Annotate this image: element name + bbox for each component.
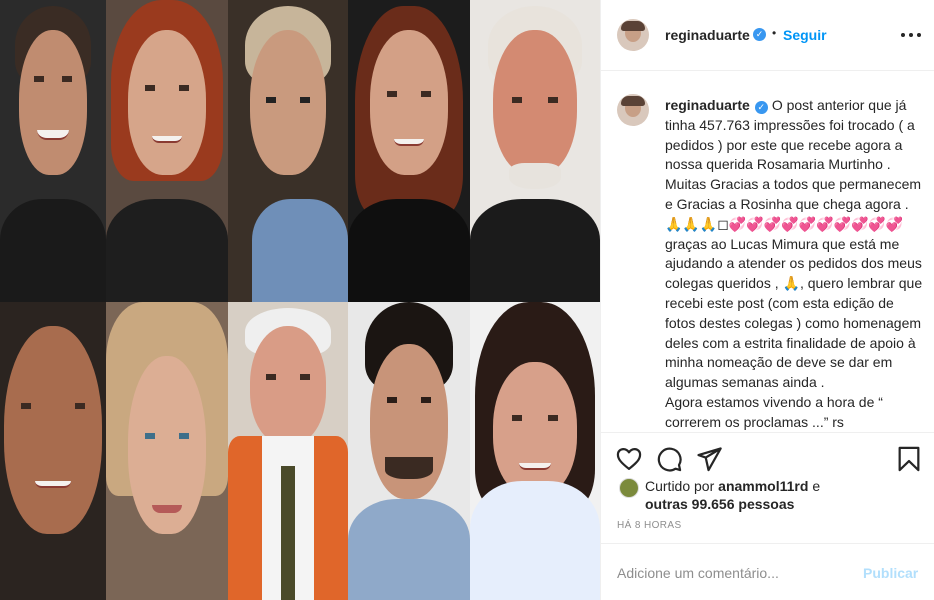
portrait-tile (228, 0, 348, 302)
portrait-tile (348, 0, 470, 302)
post-side-panel: reginaduarte ✓ • Seguir reginaduarte ✓ O p… (600, 0, 934, 600)
avatar[interactable] (617, 94, 649, 126)
post-image-collage[interactable] (0, 0, 600, 600)
caption-text: O post anterior que já tinha 457.763 imp… (665, 97, 923, 430)
liked-by-prefix: Curtido por (645, 478, 715, 494)
action-bar (601, 432, 934, 480)
bookmark-icon[interactable] (895, 445, 923, 473)
likes-summary: Curtido por anammol11rd e outras 99.656 … (617, 475, 927, 515)
portrait-tile (0, 302, 106, 600)
post-caption: reginaduarte ✓ O post anterior que já tinh… (665, 96, 927, 433)
liker-username[interactable]: anammol11rd (718, 478, 808, 494)
author-username[interactable]: reginaduarte (665, 27, 750, 43)
verified-badge-icon: ✓ (753, 28, 766, 41)
more-options-icon[interactable] (899, 23, 923, 47)
avatar[interactable] (617, 19, 649, 51)
liked-by-line: Curtido por anammol11rd e (645, 478, 820, 494)
comment-input[interactable] (617, 562, 847, 584)
follow-button[interactable]: Seguir (783, 27, 827, 43)
liked-by-conjunction: e (812, 478, 821, 494)
portrait-tile (348, 302, 470, 600)
portrait-tile (0, 0, 106, 302)
caption-author[interactable]: reginaduarte (665, 97, 750, 113)
post-timestamp[interactable]: HÁ 8 HORAS (617, 520, 682, 531)
post-header: reginaduarte ✓ • Seguir (601, 0, 934, 71)
paper-plane-icon[interactable] (695, 445, 723, 473)
portrait-tile (470, 0, 600, 302)
caption-section: reginaduarte ✓ O post anterior que já tinh… (601, 72, 934, 432)
verified-badge-icon: ✓ (754, 101, 768, 114)
comment-icon[interactable] (655, 445, 683, 473)
portrait-tile (106, 302, 228, 600)
separator-dot: • (772, 26, 777, 40)
portrait-tile (228, 302, 348, 600)
likes-count[interactable]: outras 99.656 pessoas (645, 496, 794, 512)
publish-button[interactable]: Publicar (863, 565, 918, 581)
portrait-tile (470, 302, 600, 600)
comment-composer: Publicar (601, 543, 934, 600)
portrait-tile (106, 0, 228, 302)
liker-avatar[interactable] (619, 478, 639, 498)
heart-icon[interactable] (615, 445, 643, 473)
